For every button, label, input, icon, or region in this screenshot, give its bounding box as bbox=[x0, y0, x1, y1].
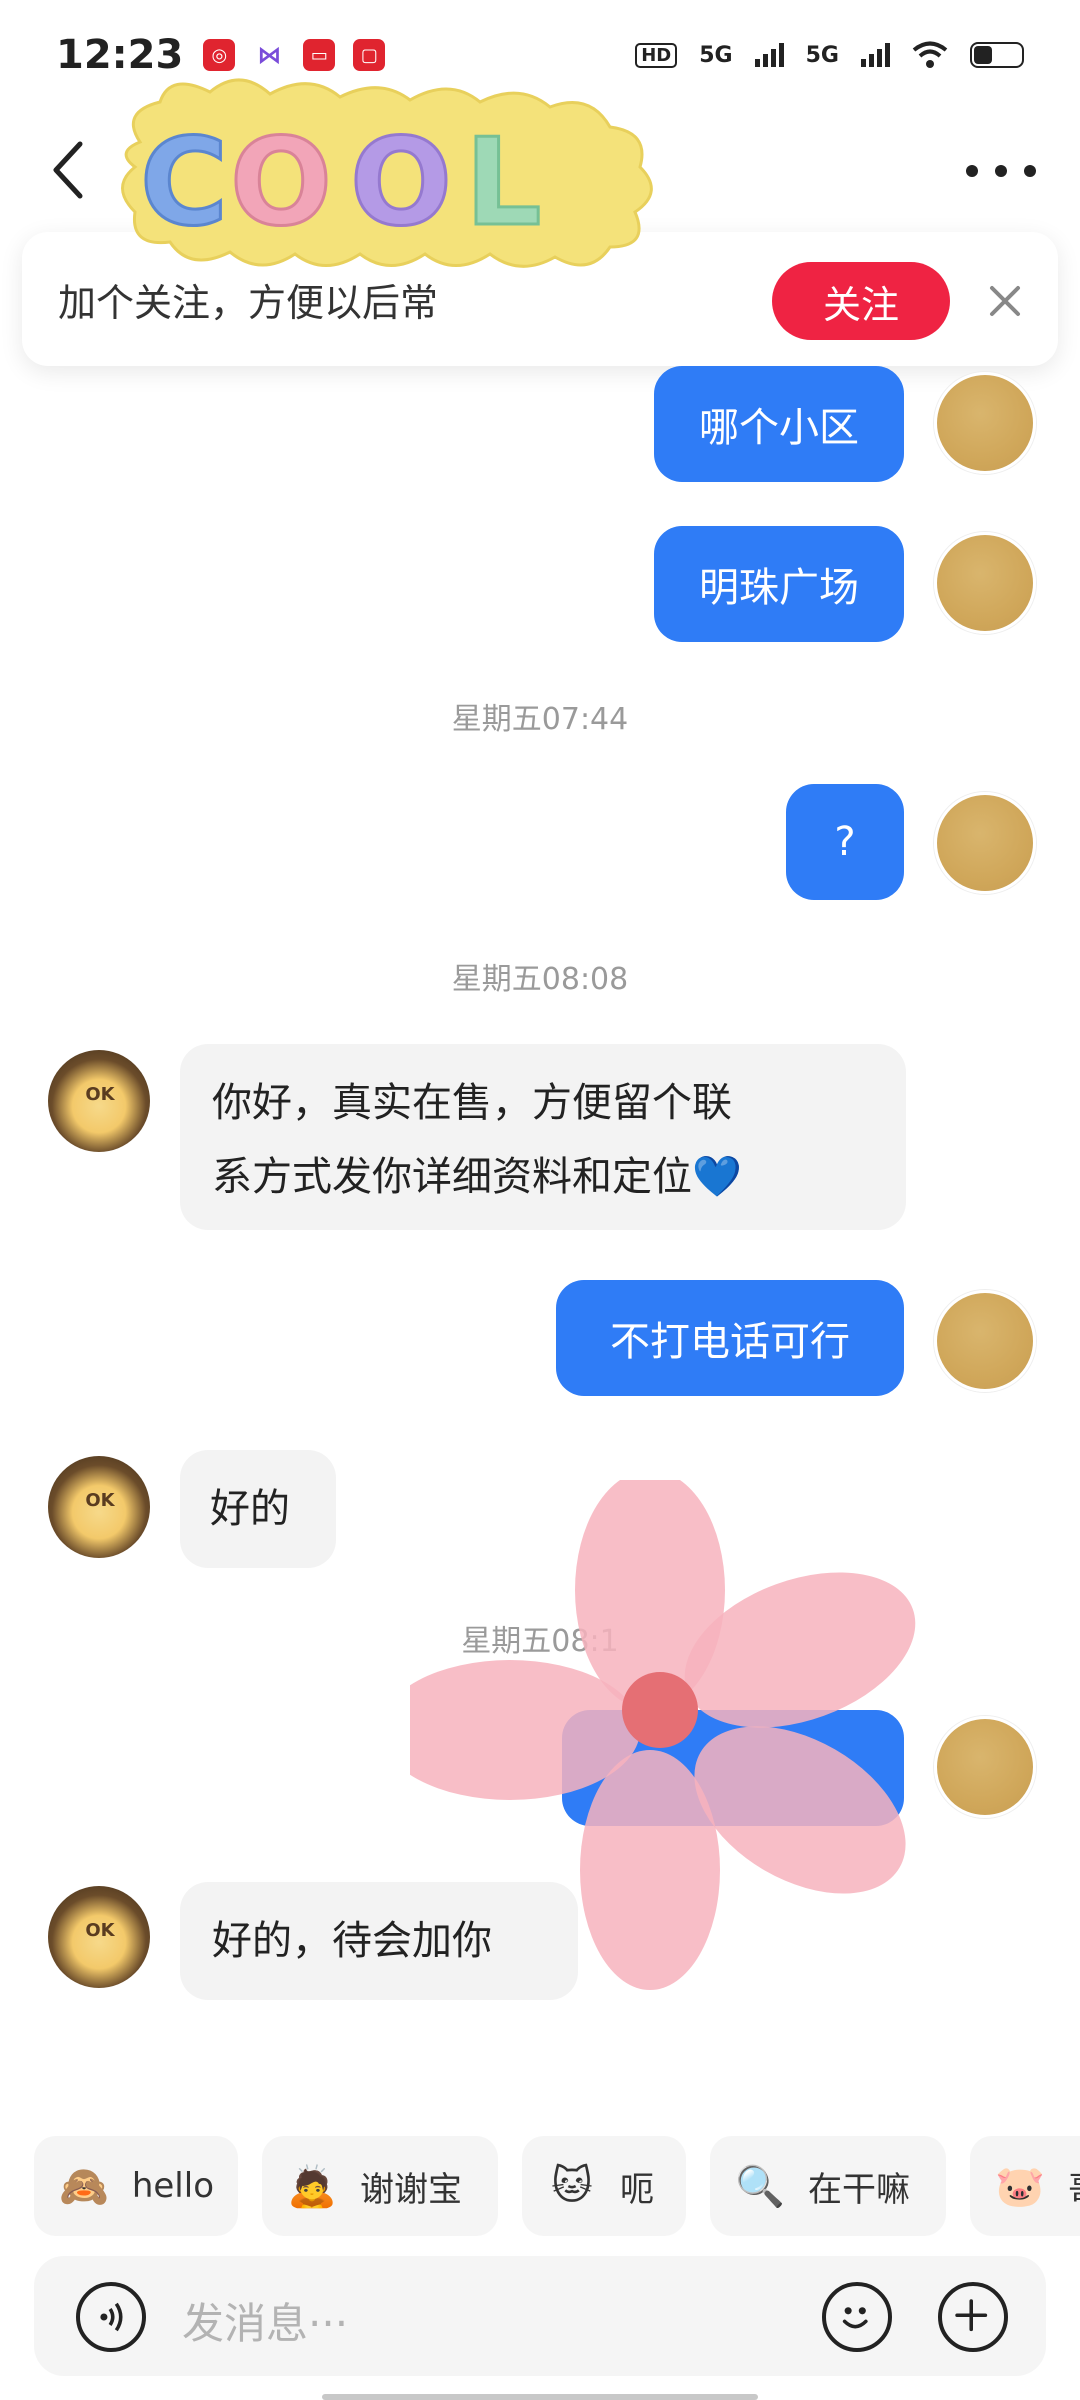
message-text: 好的，待会加你 bbox=[212, 1918, 492, 1964]
chat-messages: 哪个小区 明珠广场 星期五07:44 ? 星期五08:08 OK 你好，真实在售… bbox=[0, 360, 1080, 2080]
contact-avatar[interactable]: OK bbox=[48, 1886, 150, 1988]
message-bubble-outgoing[interactable]: 不打电话可行 bbox=[556, 1280, 904, 1396]
my-avatar[interactable] bbox=[934, 1716, 1036, 1818]
quick-reply-chip[interactable]: 🙈 hello bbox=[34, 2136, 238, 2236]
quick-reply-label: 谢谢宝 bbox=[360, 2169, 462, 2210]
quick-replies-bar: 🙈 hello 🙇 谢谢宝 🐱 呃 🔍 在干嘛 🐷 哥 bbox=[0, 2136, 1080, 2242]
target-app-icon: ◎ bbox=[203, 39, 236, 71]
contact-avatar[interactable]: OK bbox=[48, 1050, 150, 1152]
message-text-line-1: 你好，真实在售，方便留个联 bbox=[212, 1080, 732, 1126]
network-1-label: 5G bbox=[699, 42, 733, 68]
message-timestamp: 星期五08:08 bbox=[451, 962, 629, 997]
my-avatar[interactable] bbox=[934, 792, 1036, 894]
status-bar: 12:23 ◎ ⋈ ▭ ▢ HD 5G 5G bbox=[0, 0, 1080, 110]
quick-reply-chip[interactable]: 🙇 谢谢宝 bbox=[262, 2136, 498, 2236]
message-bubble-outgoing[interactable]: 明珠广场 bbox=[654, 526, 904, 642]
pig-emoji-icon: 🐷 bbox=[995, 2163, 1045, 2210]
wifi-icon bbox=[912, 41, 948, 68]
smiley-icon[interactable] bbox=[822, 2282, 892, 2352]
cat-emoji-icon: 🐱 bbox=[551, 2163, 593, 2209]
message-text: 不打电话可行 bbox=[610, 1319, 850, 1365]
message-text: ? bbox=[834, 819, 856, 865]
my-avatar[interactable] bbox=[934, 372, 1036, 474]
my-avatar[interactable] bbox=[934, 1290, 1036, 1392]
quick-reply-label: hello bbox=[131, 2166, 214, 2206]
follow-button[interactable]: 关注 bbox=[772, 262, 950, 340]
ok-face-icon: OK bbox=[85, 1084, 115, 1105]
chat-header bbox=[0, 110, 1080, 230]
red-app-icon: ▢ bbox=[353, 39, 386, 71]
magnifier-emoji-icon: 🔍 bbox=[735, 2163, 785, 2210]
status-app-icons: ◎ ⋈ ▭ ▢ bbox=[203, 39, 386, 71]
message-timestamp: 星期五08:1 bbox=[461, 1624, 619, 1659]
quick-reply-label: 哥 bbox=[1068, 2162, 1080, 2211]
message-text: 哪个小区 bbox=[699, 405, 859, 451]
message-text-line-2: 系方式发你详细资料和定位💙 bbox=[212, 1154, 742, 1200]
quick-reply-label: 呃 bbox=[620, 2169, 654, 2210]
quick-reply-chip[interactable]: 🐷 哥 bbox=[970, 2136, 1080, 2236]
voice-icon[interactable] bbox=[76, 2282, 146, 2352]
plus-icon[interactable] bbox=[938, 2282, 1008, 2352]
quick-reply-label: 在干嘛 bbox=[808, 2169, 910, 2210]
close-icon[interactable] bbox=[980, 276, 1030, 326]
message-bubble-incoming[interactable]: 你好，真实在售，方便留个联 系方式发你详细资料和定位💙 bbox=[180, 1044, 906, 1230]
ok-face-icon: OK bbox=[85, 1490, 115, 1511]
message-text: 好的 bbox=[210, 1486, 290, 1532]
quick-reply-chip[interactable]: 🐱 呃 bbox=[522, 2136, 686, 2236]
more-dots-icon[interactable] bbox=[966, 156, 1036, 186]
message-input[interactable]: 发消息··· bbox=[182, 2290, 348, 2351]
chevron-left-icon[interactable] bbox=[44, 138, 94, 202]
follow-banner-text: 加个关注，方便以后常 bbox=[58, 280, 439, 325]
butterfly-app-icon: ⋈ bbox=[257, 41, 282, 69]
bowing-emoji-icon: 🙇 bbox=[287, 2163, 337, 2210]
message-bubble-outgoing[interactable] bbox=[562, 1710, 904, 1826]
ok-face-icon: OK bbox=[85, 1920, 115, 1941]
my-avatar[interactable] bbox=[934, 532, 1036, 634]
battery-icon bbox=[970, 42, 1024, 68]
news-app-icon: ▭ bbox=[303, 39, 336, 71]
monkey-emoji-icon: 🙈 bbox=[59, 2163, 109, 2210]
signal-1-icon bbox=[754, 43, 784, 67]
message-bubble-outgoing[interactable]: ? bbox=[786, 784, 904, 900]
quick-reply-chip[interactable]: 🔍 在干嘛 bbox=[710, 2136, 946, 2236]
message-bubble-outgoing[interactable]: 哪个小区 bbox=[654, 366, 904, 482]
signal-2-icon bbox=[861, 43, 890, 67]
hd-badge: HD bbox=[635, 42, 678, 68]
message-timestamp: 星期五07:44 bbox=[451, 702, 629, 737]
follow-banner: 加个关注，方便以后常 关注 bbox=[22, 232, 1058, 366]
status-time: 12:23 bbox=[56, 32, 184, 78]
status-right-group: HD 5G 5G bbox=[635, 41, 1024, 69]
message-bubble-incoming[interactable]: 好的，待会加你 bbox=[180, 1882, 578, 2000]
network-2-label: 5G bbox=[805, 42, 839, 68]
message-bubble-incoming[interactable]: 好的 bbox=[180, 1450, 336, 1568]
message-text: 明珠广场 bbox=[699, 565, 859, 611]
message-input-bar: 发消息··· bbox=[34, 2256, 1046, 2376]
contact-avatar[interactable]: OK bbox=[48, 1456, 150, 1558]
home-indicator[interactable] bbox=[322, 2394, 758, 2400]
